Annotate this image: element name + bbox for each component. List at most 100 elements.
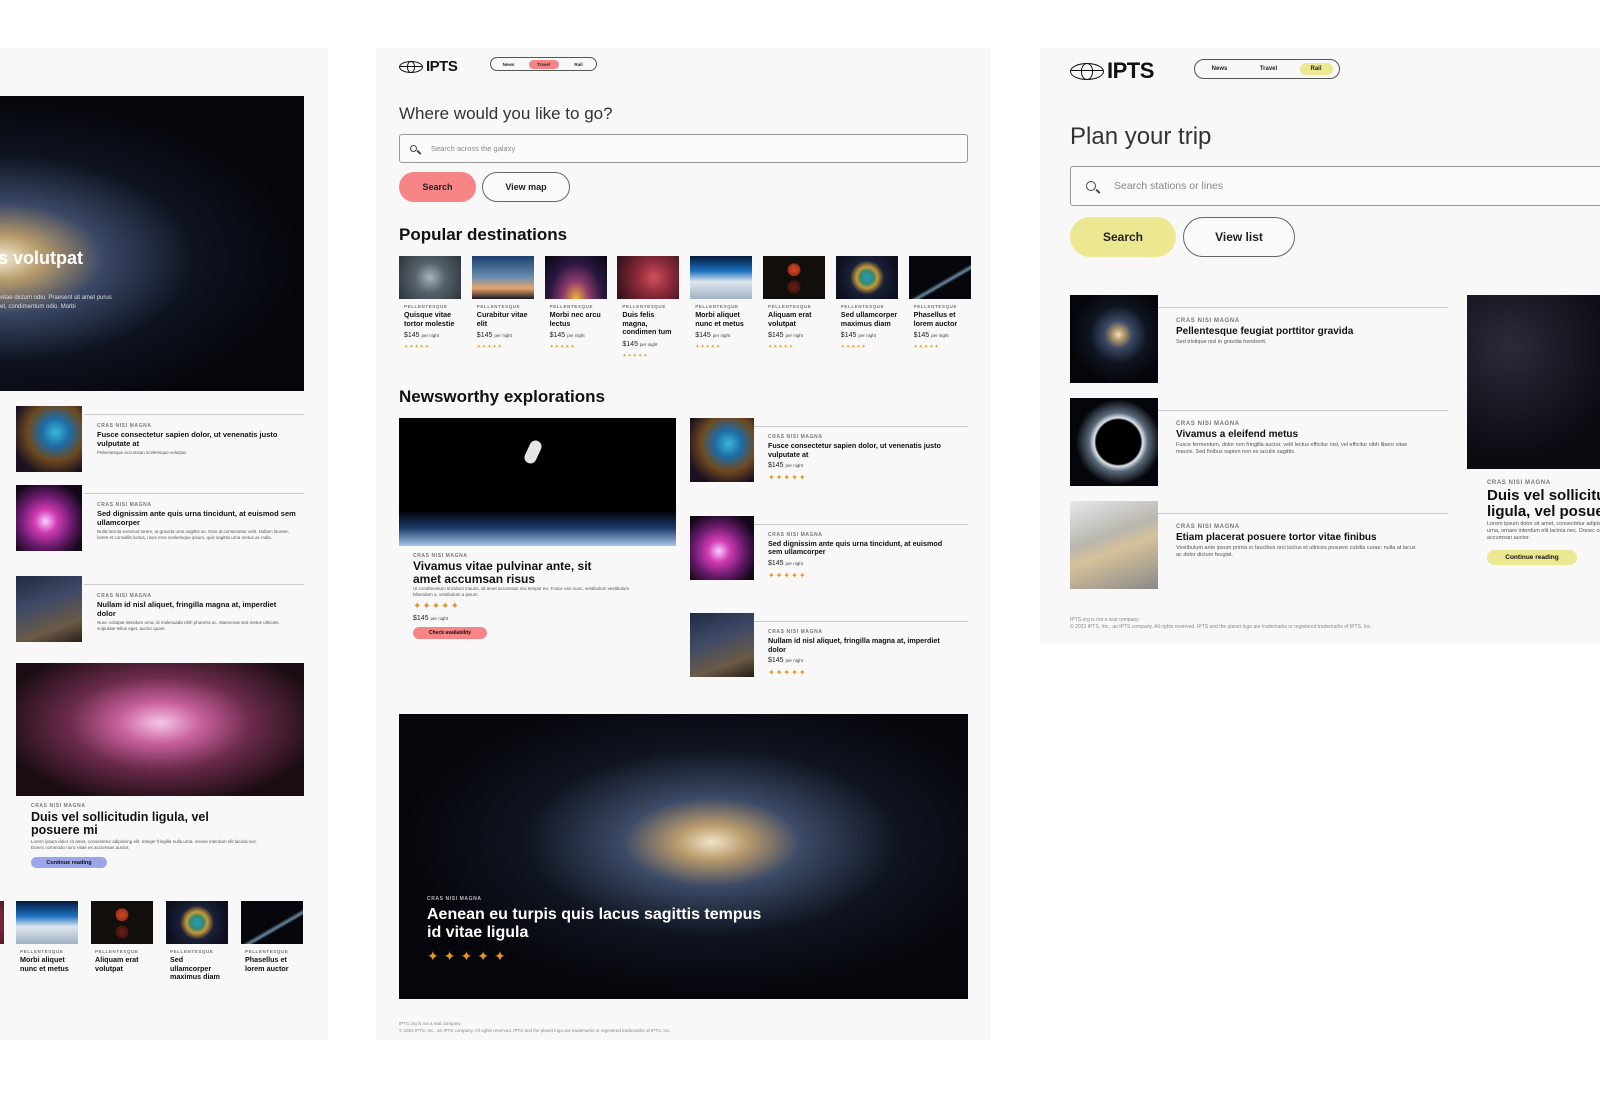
feature-price-unit: per night (430, 616, 449, 621)
news-title[interactable]: Fusce consectetur sapien dolor, ut venen… (97, 430, 297, 448)
star-icon: ✦ (422, 601, 432, 612)
news-title[interactable]: Sed dignissim ante quis urna tincidunt, … (97, 509, 297, 527)
news-thumbnail (16, 406, 82, 472)
news-body: Fusce fermentum, dolor non fringilla auc… (1176, 442, 1408, 455)
newsworthy-item[interactable]: CRAS NISI MAGNA Sed dignissim ante quis u… (690, 515, 968, 582)
news-kicker: CRAS NISI MAGNA (97, 502, 152, 508)
page-heading: Where would you like to go? (399, 104, 613, 123)
destination-kicker: PELLENTESQUE (695, 304, 739, 309)
star-icon: ✦ (783, 473, 792, 482)
footer-disclaimer: IPTS.org is not a real company. (399, 1021, 462, 1026)
news-body: Nunc volutpat interdum urna, id malesuad… (97, 620, 280, 631)
popular-destinations-heading: Popular destinations (399, 225, 568, 244)
search-input[interactable]: Search across the galaxy (399, 134, 968, 163)
search-icon (1086, 181, 1096, 191)
destination-card[interactable]: PELLENTESQUE Sed ullamcorper maximus dia… (166, 901, 228, 982)
star-icon: ✦ (493, 948, 511, 964)
search-button[interactable]: Search (1070, 217, 1176, 257)
destination-price-unit: per night (494, 333, 512, 339)
search-input[interactable]: Search stations or lines (1070, 166, 1600, 206)
nav-news[interactable]: News (494, 62, 524, 67)
destination-card[interactable]: PELLENTESQUE Phasellus et lorem auctor (241, 901, 303, 973)
ipts-logo[interactable]: IPTS (1070, 58, 1154, 84)
feature-title[interactable]: Duis vel sollicitudin ligula, vel posuer… (31, 811, 221, 837)
destination-kicker: PELLENTESQUE (549, 304, 594, 309)
destination-card[interactable]: PELLENTESQUE Quisque vitae tortor molesti… (399, 256, 461, 350)
star-icon: ✦ (768, 570, 776, 580)
destination-image (166, 901, 228, 944)
check-availability-button[interactable]: Check availability (413, 627, 487, 639)
destination-image (544, 256, 607, 299)
feature-image (399, 418, 676, 546)
nav-news[interactable]: News (1202, 66, 1238, 72)
hero-title[interactable]: Aenean eu turpis quis lacus sagittis tem… (427, 906, 767, 942)
star-icon: ✦ (460, 948, 478, 964)
continue-reading-button[interactable]: Continue reading (1487, 550, 1577, 565)
news-title[interactable]: Pellentesque feugiat porttitor gravida (1176, 326, 1436, 337)
destination-card[interactable]: PELLENTESQUE Aliquam erat volutpat $145 pe… (763, 256, 825, 350)
newsworthy-price-unit: per night (785, 463, 804, 468)
destination-title: Morbi aliquet nunc et metus (20, 955, 69, 973)
destination-title: Morbi aliquet nunc et metus (695, 310, 744, 328)
destination-title: Duis felis magna, condimen tum (622, 310, 672, 337)
nav-rail[interactable]: Rail (1299, 63, 1333, 75)
destination-card[interactable]: PELLENTESQUE Duis felis magna, condimen t… (617, 256, 680, 359)
footer-disclaimer: IPTS.org is not a real company. (1070, 617, 1140, 623)
news-title[interactable]: Vivamus a eleifend metus (1176, 429, 1416, 440)
destination-rating: ✦✦✦✦✦ (477, 344, 534, 350)
destination-price-unit: per night (712, 333, 731, 339)
continue-reading-button[interactable]: Continue reading (31, 857, 107, 868)
search-button[interactable]: Search (399, 172, 476, 202)
destination-price-unit: per night (785, 333, 804, 339)
newsworthy-price: $145 (768, 559, 784, 567)
news-item[interactable]: CRAS NISI MAGNA Pellentesque feugiat por… (1070, 295, 1448, 383)
newsworthy-item[interactable]: CRAS NISI MAGNA Nullam id nisl aliquet, f… (690, 613, 968, 679)
news-item[interactable]: CRAS NISI MAGNA Etiam placerat posuere t… (1070, 501, 1448, 589)
star-icon: ✦ (441, 601, 451, 612)
news-title[interactable]: Nullam id nisl aliquet, fringilla magna … (97, 600, 297, 618)
news-item[interactable]: CRAS NISI MAGNA Sed dignissim ante quis … (16, 485, 304, 551)
destination-card[interactable]: PELLENTESQUE Morbi aliquet nunc et metus (16, 901, 78, 973)
search-placeholder: Search stations or lines (1114, 180, 1224, 192)
star-icon: ✦ (427, 948, 444, 964)
news-title[interactable]: Etiam placerat posuere tortor vitae fini… (1176, 532, 1416, 543)
star-icon: ✦ (431, 601, 442, 612)
destination-card[interactable]: PELLENTESQUE Curabitur vitae elit $145 per… (471, 256, 534, 350)
nav-travel[interactable]: Travel (528, 59, 559, 69)
destination-price: $145 (913, 332, 930, 340)
nav-rail[interactable]: Rail (564, 62, 594, 67)
globe-icon (399, 60, 423, 73)
newsworthy-item[interactable]: CRAS NISI MAGNA Fusce consectetur sapien … (690, 418, 968, 484)
destination-card[interactable]: PELLENTESQUE Aliquam erat volutpat (91, 901, 153, 973)
news-item[interactable]: CRAS NISI MAGNA Vivamus a eleifend metus… (1070, 398, 1448, 486)
nav-travel[interactable]: Travel (1251, 66, 1287, 72)
newsworthy-title[interactable]: Fusce consectetur sapien dolor, ut venen… (768, 441, 958, 459)
feature-title[interactable]: Duis vel sollicitudin ligula, vel posuer… (1487, 488, 1600, 520)
news-body: Sed tristique nisl in gravida hendrerit. (1176, 339, 1267, 345)
newsworthy-title[interactable]: Nullam id nisl aliquet, fringilla magna … (768, 636, 958, 654)
destination-price-unit: per night (639, 341, 658, 347)
feature-image (16, 663, 304, 796)
star-icon: ✦ (775, 668, 784, 677)
destination-image (471, 256, 534, 299)
news-body: Vestibulum ante ipsum primis in faucibus… (1176, 545, 1416, 558)
news-item[interactable]: CRAS NISI MAGNA Nullam id nisl aliquet, … (16, 576, 304, 642)
news-item[interactable]: CRAS NISI MAGNA Fusce consectetur sapien… (16, 406, 304, 472)
view-map-button[interactable]: View map (482, 172, 570, 202)
ipts-logo[interactable]: IPTS (399, 58, 458, 75)
feature-body: Lorem ipsum dolor sit amet, consectetur … (31, 839, 258, 850)
view-list-button[interactable]: View list (1183, 217, 1295, 257)
feature-title[interactable]: Vivamus vitae pulvinar ante, sit amet ac… (413, 560, 613, 585)
star-icon: ✦ (775, 473, 784, 482)
page-heading: Plan your trip (1070, 123, 1212, 150)
destination-title: Sed ullamcorper maximus diam (840, 310, 898, 328)
destination-kicker: PELLENTESQUE (622, 304, 666, 309)
newsworthy-rating: ✦✦✦✦✦ (768, 571, 958, 580)
destination-card[interactable]: PELLENTESQUE Morbi nec arcu lectus $145 pe… (544, 256, 607, 350)
destination-price: $145 (695, 332, 711, 340)
destination-card[interactable]: PELLENTESQUE Phasellus et lorem auctor $14… (908, 256, 971, 350)
newsworthy-title[interactable]: Sed dignissim ante quis urna tincidunt, … (768, 539, 958, 557)
destination-card[interactable]: PELLENTESQUE Sed ullamcorper maximus diam… (835, 256, 898, 350)
newsworthy-price: $145 (768, 462, 784, 469)
destination-card[interactable]: PELLENTESQUE Morbi aliquet nunc et metus $… (690, 256, 753, 350)
